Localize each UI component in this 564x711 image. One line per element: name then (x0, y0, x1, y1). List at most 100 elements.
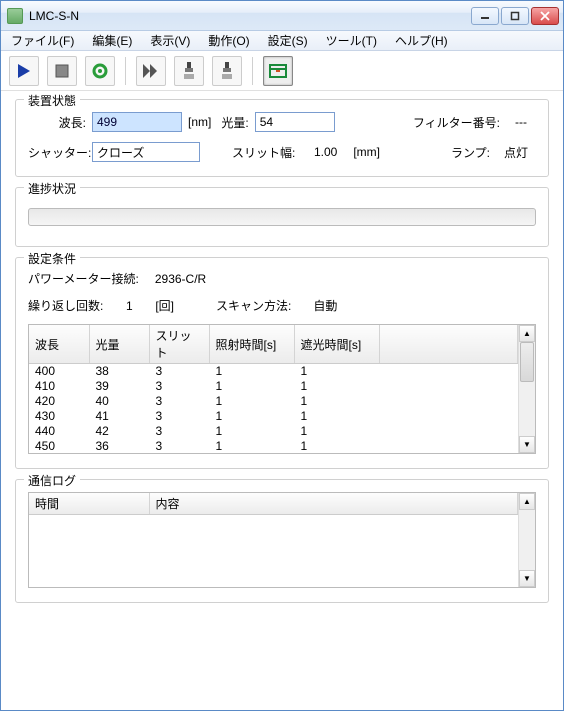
toolbar-separator (125, 57, 126, 85)
table-cell: 1 (294, 424, 379, 439)
scroll-down-icon[interactable]: ▼ (519, 570, 535, 587)
table-cell: 1 (209, 409, 294, 424)
log-group: 通信ログ 時間 内容 ▲ (15, 479, 549, 603)
scroll-up-icon[interactable]: ▲ (519, 493, 535, 510)
table-header-row: 波長 光量 スリット 照射時間[s] 遮光時間[s] (29, 325, 518, 364)
menu-tools[interactable]: ツール(T) (320, 30, 383, 51)
menu-file[interactable]: ファイル(F) (5, 30, 80, 51)
menu-settings[interactable]: 設定(S) (262, 30, 314, 51)
table-cell: 1 (294, 379, 379, 394)
slit-label: スリット幅: (232, 144, 295, 161)
titlebar: LMC-S-N (1, 1, 563, 31)
status-group: 装置状態 波長: [nm] 光量: フィルター番号: --- シャッター: スリ… (15, 99, 549, 177)
wavelength-input[interactable] (92, 112, 182, 132)
shutter-label: シャッター: (28, 144, 86, 161)
table-row[interactable]: 41039311 (29, 379, 518, 394)
shutter-input[interactable] (92, 142, 200, 162)
repeat-unit: [回] (155, 297, 174, 314)
table-cell: 3 (149, 439, 209, 454)
probe-icon (218, 61, 236, 81)
table-cell (379, 439, 518, 454)
table-row[interactable]: 40038311 (29, 364, 518, 379)
repeat-value: 1 (109, 299, 149, 313)
scan-value: 自動 (313, 297, 337, 314)
table-row[interactable]: 44042311 (29, 424, 518, 439)
probe-a-button[interactable] (174, 56, 204, 86)
menubar: ファイル(F) 編集(E) 表示(V) 動作(O) 設定(S) ツール(T) ヘ… (1, 31, 563, 51)
stop-button[interactable] (47, 56, 77, 86)
maximize-button[interactable] (501, 7, 529, 25)
table-cell: 3 (149, 409, 209, 424)
log-legend: 通信ログ (24, 472, 80, 489)
table-cell (379, 379, 518, 394)
log-scrollbar[interactable]: ▲ ▼ (518, 493, 535, 587)
wavelength-unit: [nm] (188, 115, 211, 129)
table-cell: 1 (294, 409, 379, 424)
power-meter-value: 2936-C/R (155, 272, 206, 286)
col-block[interactable]: 遮光時間[s] (294, 325, 379, 364)
table-cell: 450 (29, 439, 89, 454)
table-cell: 42 (89, 424, 149, 439)
menu-view[interactable]: 表示(V) (144, 30, 196, 51)
table-row[interactable]: 42040311 (29, 394, 518, 409)
lamp-value: 点灯 (496, 144, 536, 161)
table-cell: 3 (149, 364, 209, 379)
fast-forward-icon (141, 62, 161, 80)
table-cell: 1 (209, 424, 294, 439)
table-cell: 1 (209, 439, 294, 454)
log-col-content[interactable]: 内容 (149, 493, 518, 515)
gear-button[interactable] (85, 56, 115, 86)
light-input[interactable] (255, 112, 335, 132)
table-cell: 41 (89, 409, 149, 424)
play-icon (15, 62, 33, 80)
table-cell: 430 (29, 409, 89, 424)
play-button[interactable] (9, 56, 39, 86)
probe-b-button[interactable] (212, 56, 242, 86)
table-cell (379, 364, 518, 379)
settings-table: 波長 光量 スリット 照射時間[s] 遮光時間[s] 4003831141039… (28, 324, 536, 454)
close-button[interactable] (531, 7, 559, 25)
toolbar-separator (252, 57, 253, 85)
app-icon (7, 8, 23, 24)
repeat-label: 繰り返し回数: (28, 297, 103, 314)
fast-forward-button[interactable] (136, 56, 166, 86)
col-wavelength[interactable]: 波長 (29, 325, 89, 364)
gear-icon (90, 61, 110, 81)
table-cell: 38 (89, 364, 149, 379)
table-row[interactable]: 43041311 (29, 409, 518, 424)
table-cell: 3 (149, 379, 209, 394)
col-spare[interactable] (379, 325, 518, 364)
slit-unit: [mm] (353, 145, 380, 159)
progress-group: 進捗状況 (15, 187, 549, 247)
table-cell: 420 (29, 394, 89, 409)
minimize-button[interactable] (471, 7, 499, 25)
settings-scrollbar[interactable]: ▲ ▼ (518, 325, 535, 453)
table-cell (379, 409, 518, 424)
window-tool-button[interactable] (263, 56, 293, 86)
scroll-thumb[interactable] (520, 342, 534, 382)
wavelength-label: 波長: (28, 114, 86, 131)
table-cell: 410 (29, 379, 89, 394)
table-cell: 39 (89, 379, 149, 394)
log-col-time[interactable]: 時間 (29, 493, 149, 515)
light-label: 光量: (221, 114, 248, 131)
col-slit[interactable]: スリット (149, 325, 209, 364)
menu-action[interactable]: 動作(O) (202, 30, 255, 51)
progress-legend: 進捗状況 (24, 180, 80, 197)
status-legend: 装置状態 (24, 92, 80, 109)
col-exposure[interactable]: 照射時間[s] (209, 325, 294, 364)
menu-help[interactable]: ヘルプ(H) (389, 30, 454, 51)
table-cell: 1 (294, 439, 379, 454)
table-row[interactable]: 45036311 (29, 439, 518, 454)
table-cell: 1 (294, 394, 379, 409)
scroll-up-icon[interactable]: ▲ (519, 325, 535, 342)
log-header-row: 時間 内容 (29, 493, 518, 515)
menu-edit[interactable]: 編集(E) (86, 30, 138, 51)
progress-bar (28, 208, 536, 226)
table-cell: 400 (29, 364, 89, 379)
table-cell (379, 424, 518, 439)
scroll-down-icon[interactable]: ▼ (519, 436, 535, 453)
window-icon (268, 62, 288, 80)
col-light[interactable]: 光量 (89, 325, 149, 364)
table-cell: 3 (149, 394, 209, 409)
